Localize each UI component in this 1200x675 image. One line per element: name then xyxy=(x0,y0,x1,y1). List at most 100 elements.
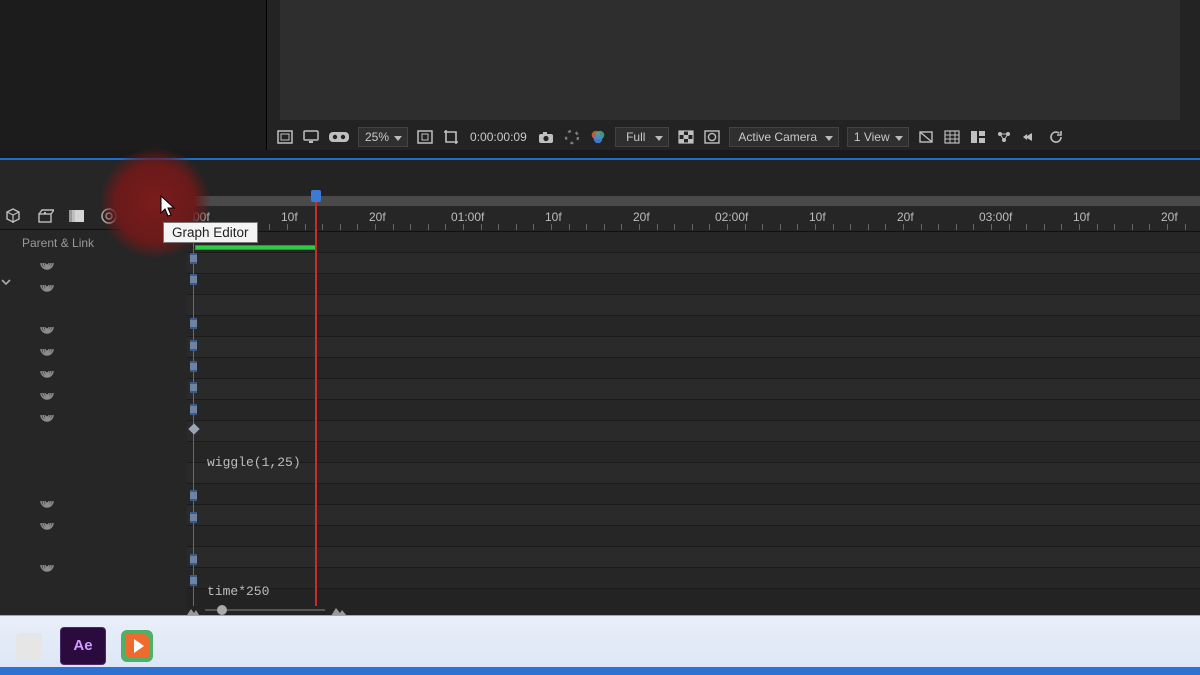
current-timecode[interactable]: 0:00:00:09 xyxy=(468,130,529,144)
crop-icon[interactable] xyxy=(442,127,460,147)
layer-in-handle[interactable] xyxy=(190,274,197,285)
expression-pickwhip-icon[interactable] xyxy=(38,384,56,402)
track-row[interactable] xyxy=(187,547,1200,568)
fast-previews-icon[interactable] xyxy=(1021,127,1039,147)
layer-in-handle[interactable] xyxy=(190,404,197,415)
vr-goggles-icon[interactable] xyxy=(328,127,350,147)
windows-taskbar: Ae xyxy=(0,615,1200,675)
graph-editor-icon[interactable] xyxy=(146,207,164,225)
mask-icon[interactable] xyxy=(703,127,721,147)
guides-icon[interactable] xyxy=(943,127,961,147)
track-row[interactable] xyxy=(187,505,1200,526)
ruler-tick: 01:00f xyxy=(451,210,484,224)
ruler-tick: 02:00f xyxy=(715,210,748,224)
views-dropdown[interactable]: 1 View xyxy=(847,127,909,147)
expression-wiggle[interactable]: wiggle(1,25) xyxy=(207,455,301,470)
tracks-container xyxy=(187,232,1200,615)
ruler-tick: 10f xyxy=(281,210,298,224)
timeline-switches-row xyxy=(0,202,187,230)
track-row[interactable] xyxy=(187,295,1200,316)
layer-in-handle[interactable] xyxy=(190,512,197,523)
magnification-dropdown[interactable]: 25% xyxy=(358,127,408,147)
resolution-value: Full xyxy=(626,130,645,144)
monitor-icon[interactable] xyxy=(302,127,320,147)
expression-pickwhip-icon[interactable] xyxy=(38,276,56,294)
track-row[interactable] xyxy=(187,463,1200,484)
layer-in-handle[interactable] xyxy=(190,361,197,372)
taskbar-app-after-effects[interactable]: Ae xyxy=(60,627,106,665)
tile-icon[interactable] xyxy=(969,127,987,147)
taskbar-app-camtasia[interactable] xyxy=(114,627,160,665)
work-area-bar[interactable] xyxy=(187,196,1200,206)
track-row[interactable] xyxy=(187,253,1200,274)
views-value: 1 View xyxy=(854,130,890,144)
timeline-left-columns: Parent & Link xyxy=(0,160,187,615)
camera-value: Active Camera xyxy=(738,130,817,144)
camera-dropdown[interactable]: Active Camera xyxy=(729,127,839,147)
track-row[interactable] xyxy=(187,337,1200,358)
ruler-tick: 10f xyxy=(1073,210,1090,224)
track-row[interactable] xyxy=(187,400,1200,421)
time-ruler[interactable]: 00f10f20f01:00f10f20f02:00f10f20f03:00f1… xyxy=(187,206,1200,232)
expression-pickwhip-icon[interactable] xyxy=(38,514,56,532)
expression-pickwhip-icon[interactable] xyxy=(38,318,56,336)
zoom-out-mountain-icon xyxy=(187,605,199,615)
3d-renderer-icon[interactable] xyxy=(4,207,22,225)
magnification-value: 25% xyxy=(365,130,389,144)
ruler-tick: 20f xyxy=(369,210,386,224)
frame-blending-icon[interactable] xyxy=(100,207,118,225)
expression-pickwhip-icon[interactable] xyxy=(38,340,56,358)
track-row[interactable] xyxy=(187,442,1200,463)
timeline-tracks-area[interactable]: 00f10f20f01:00f10f20f02:00f10f20f03:00f1… xyxy=(187,160,1200,615)
expression-pickwhip-icon[interactable] xyxy=(38,556,56,574)
track-row[interactable] xyxy=(187,526,1200,547)
layer-in-handle[interactable] xyxy=(190,253,197,264)
ruler-tick: 20f xyxy=(633,210,650,224)
expression-time[interactable]: time*250 xyxy=(207,584,269,599)
track-row[interactable] xyxy=(187,316,1200,337)
layer-in-handle[interactable] xyxy=(190,490,197,501)
ruler-tick: 10f xyxy=(545,210,562,224)
color-management-icon[interactable] xyxy=(563,127,581,147)
track-row[interactable] xyxy=(187,484,1200,505)
ruler-tick: 03:00f xyxy=(979,210,1012,224)
channel-icon[interactable] xyxy=(589,127,607,147)
expression-pickwhip-icon[interactable] xyxy=(38,362,56,380)
parent-link-header: Parent & Link xyxy=(22,236,94,250)
track-row[interactable] xyxy=(187,421,1200,442)
expression-pickwhip-icon[interactable] xyxy=(38,492,56,510)
layer-in-handle[interactable] xyxy=(190,554,197,565)
taskbar-app-generic[interactable] xyxy=(6,627,52,665)
refresh-icon[interactable] xyxy=(1047,127,1065,147)
layer-duration-bar[interactable] xyxy=(195,245,317,250)
taskbar-accent xyxy=(0,667,1200,675)
composition-viewer[interactable] xyxy=(280,0,1180,120)
layer-in-handle[interactable] xyxy=(190,575,197,586)
track-row[interactable] xyxy=(187,358,1200,379)
resolution-dropdown[interactable]: Full xyxy=(615,127,669,147)
expression-pickwhip-icon[interactable] xyxy=(38,254,56,272)
reset-exposure-icon[interactable] xyxy=(917,127,935,147)
draft-3d-icon[interactable] xyxy=(36,207,54,225)
pixel-aspect-icon[interactable] xyxy=(995,127,1013,147)
track-row[interactable] xyxy=(187,568,1200,589)
track-row[interactable] xyxy=(187,379,1200,400)
zoom-knob[interactable] xyxy=(217,605,227,615)
grid-icon[interactable] xyxy=(276,127,294,147)
playhead-handle[interactable] xyxy=(311,190,321,202)
shy-dropdown-icon[interactable] xyxy=(0,276,12,288)
tooltip-graph-editor: Graph Editor xyxy=(163,222,258,243)
track-row[interactable] xyxy=(187,274,1200,295)
layer-in-handle[interactable] xyxy=(190,340,197,351)
layer-in-handle[interactable] xyxy=(190,382,197,393)
layer-in-handle[interactable] xyxy=(190,318,197,329)
playhead-line[interactable] xyxy=(315,196,317,606)
region-icon[interactable] xyxy=(416,127,434,147)
viewer-toolbar: 25% 0:00:00:09 Full xyxy=(270,124,1200,150)
expression-pickwhip-icon[interactable] xyxy=(38,406,56,424)
ruler-tick: 10f xyxy=(809,210,826,224)
camera-icon[interactable] xyxy=(537,127,555,147)
transparency-grid-icon[interactable] xyxy=(677,127,695,147)
motion-blur-icon[interactable] xyxy=(68,207,86,225)
track-row[interactable] xyxy=(187,232,1200,253)
